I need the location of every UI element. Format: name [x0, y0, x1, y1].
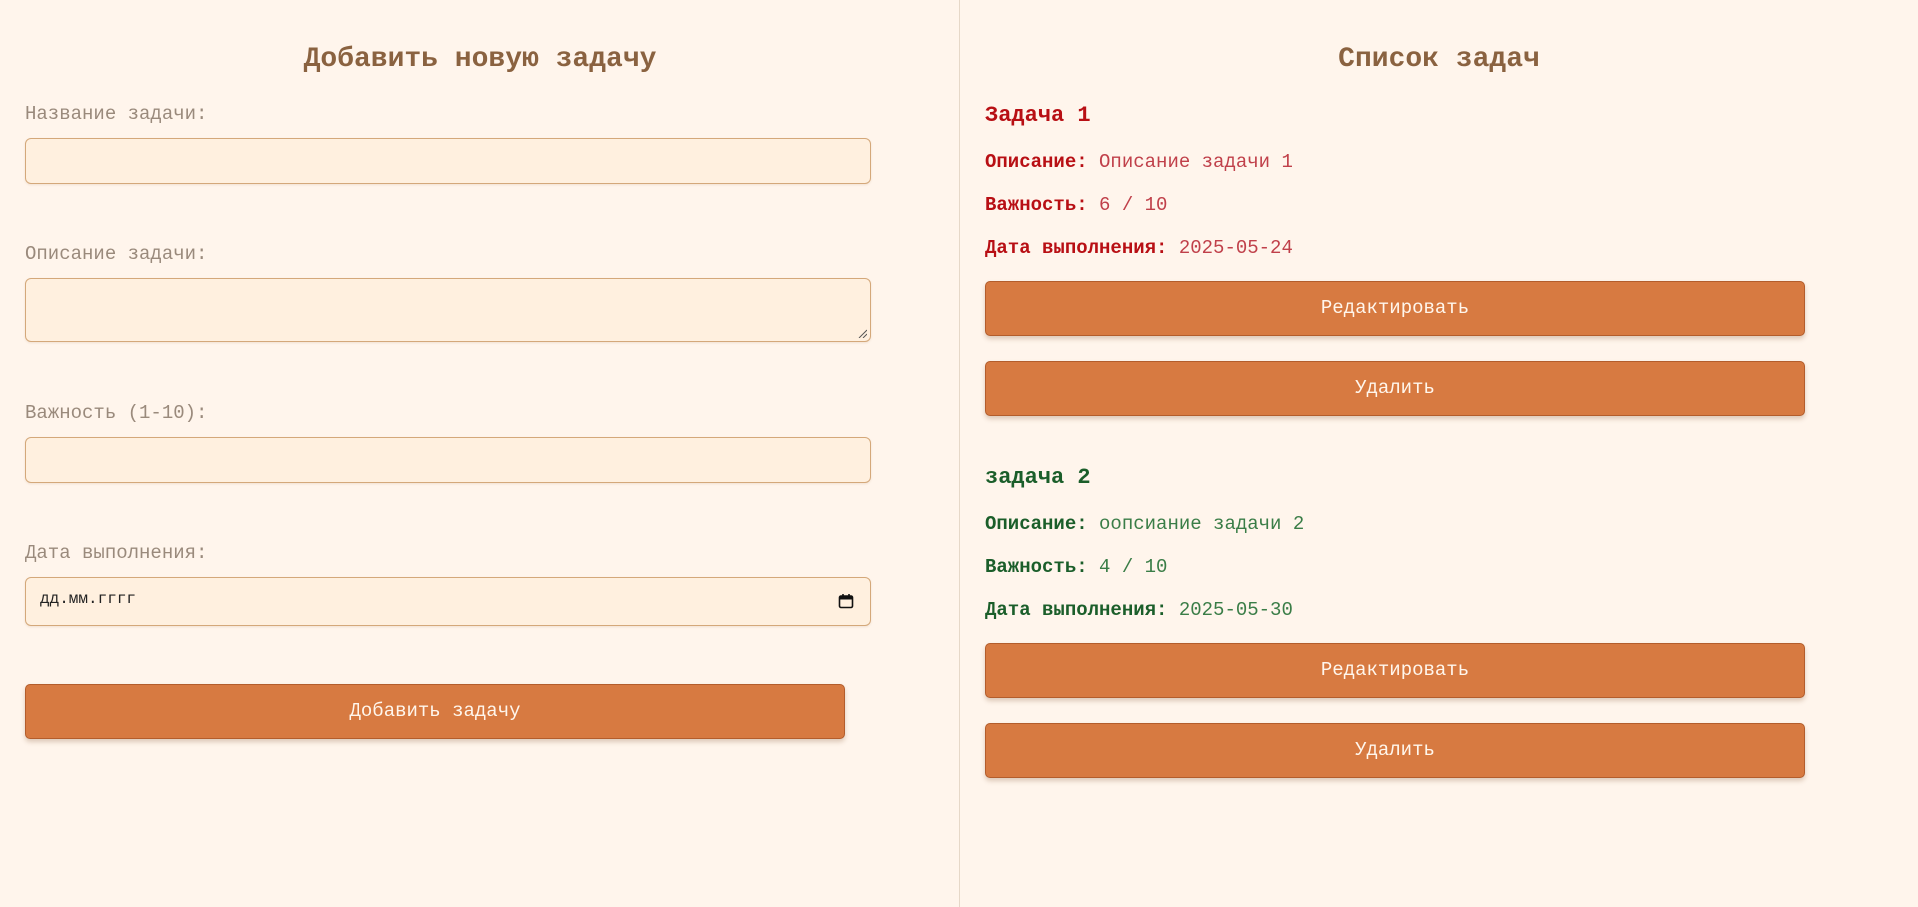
task-list-heading: Список задач [1338, 44, 1540, 75]
importance-prefix: Важность: [985, 556, 1088, 578]
task-date-value: 2025-05-30 [1178, 599, 1293, 621]
task-title-label: Название задачи: [25, 103, 208, 125]
importance-label: Важность (1-10): [25, 402, 208, 424]
delete-task-button[interactable]: Удалить [985, 723, 1805, 778]
task-description-value: Описание задачи 1 [1099, 151, 1293, 173]
calendar-icon[interactable] [838, 593, 854, 609]
task-importance-value: 4 / 10 [1099, 556, 1168, 578]
task-title-input[interactable] [25, 138, 871, 184]
delete-task-button[interactable]: Удалить [985, 361, 1805, 416]
task-importance-value: 6 / 10 [1099, 194, 1168, 216]
edit-task-button[interactable]: Редактировать [985, 281, 1805, 336]
task-title: задача 2 [985, 465, 1091, 490]
task-date-value: 2025-05-24 [1178, 237, 1293, 259]
task-description-value: оопсиание задачи 2 [1099, 513, 1305, 535]
task-due-date: Дата выполнения: 2025-05-24 [985, 237, 1293, 259]
due-date-label: Дата выполнения: [25, 542, 208, 564]
task-importance: Важность: 4 / 10 [985, 556, 1167, 578]
importance-prefix: Важность: [985, 194, 1088, 216]
due-date-placeholder: дд.мм.гггг [40, 590, 137, 608]
add-task-panel: Добавить новую задачу Название задачи: О… [0, 0, 960, 907]
add-task-button[interactable]: Добавить задачу [25, 684, 845, 739]
add-task-heading: Добавить новую задачу [303, 44, 657, 75]
task-importance: Важность: 6 / 10 [985, 194, 1167, 216]
description-prefix: Описание: [985, 513, 1088, 535]
description-prefix: Описание: [985, 151, 1088, 173]
task-description-textarea[interactable] [25, 278, 871, 342]
date-prefix: Дата выполнения: [985, 237, 1168, 259]
due-date-input[interactable]: дд.мм.гггг [25, 577, 871, 626]
task-title: Задача 1 [985, 103, 1091, 128]
task-description-label: Описание задачи: [25, 243, 208, 265]
importance-input[interactable] [25, 437, 871, 483]
task-due-date: Дата выполнения: 2025-05-30 [985, 599, 1293, 621]
task-description: Описание: оопсиание задачи 2 [985, 513, 1304, 535]
resize-grip-icon[interactable] [857, 328, 867, 338]
edit-task-button[interactable]: Редактировать [985, 643, 1805, 698]
date-prefix: Дата выполнения: [985, 599, 1168, 621]
task-description: Описание: Описание задачи 1 [985, 151, 1293, 173]
